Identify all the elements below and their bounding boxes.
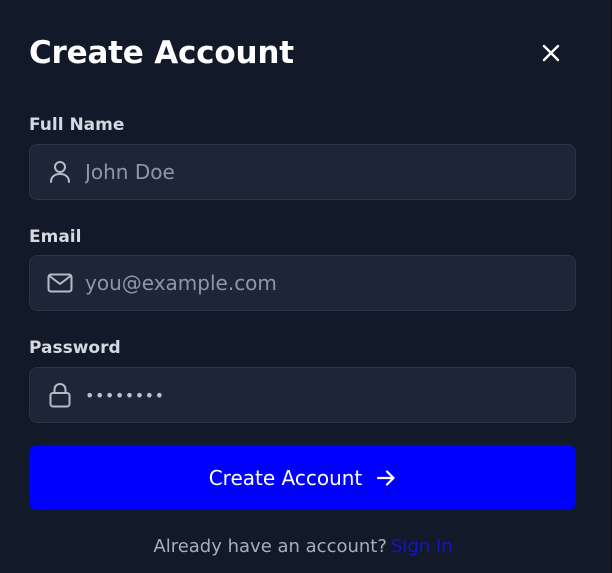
password-input[interactable] bbox=[85, 368, 575, 422]
create-account-button-label: Create Account bbox=[208, 465, 363, 490]
close-icon bbox=[542, 44, 560, 62]
password-label: Password bbox=[29, 338, 121, 358]
dialog-title: Create Account bbox=[29, 35, 294, 71]
close-button[interactable] bbox=[534, 36, 568, 70]
create-account-dialog: Create Account Full Name Email Password bbox=[0, 0, 612, 573]
arrow-right-icon bbox=[377, 469, 395, 486]
user-icon bbox=[47, 159, 73, 185]
email-label: Email bbox=[29, 227, 82, 247]
sign-in-link[interactable]: Sign In bbox=[391, 536, 453, 557]
mail-icon bbox=[47, 270, 73, 296]
full-name-label: Full Name bbox=[29, 115, 125, 135]
password-field[interactable] bbox=[29, 367, 576, 423]
email-input[interactable] bbox=[85, 256, 575, 310]
full-name-field[interactable] bbox=[29, 144, 576, 200]
sign-in-prompt: Already have an account? Sign In bbox=[0, 535, 606, 559]
full-name-input[interactable] bbox=[85, 145, 575, 199]
sign-in-prompt-text: Already have an account? bbox=[153, 536, 387, 557]
email-field[interactable] bbox=[29, 255, 576, 311]
create-account-button[interactable]: Create Account bbox=[29, 445, 576, 510]
lock-icon bbox=[47, 382, 73, 408]
